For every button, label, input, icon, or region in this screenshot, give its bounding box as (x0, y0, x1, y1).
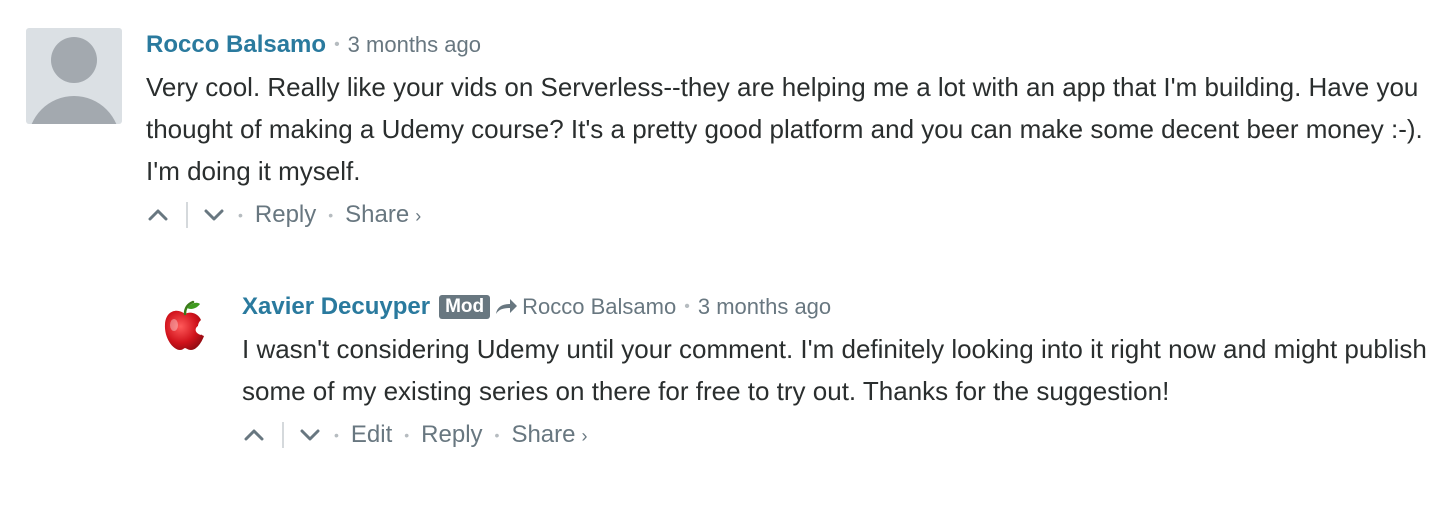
chevron-down-icon (204, 209, 224, 221)
downvote-button[interactable] (298, 421, 322, 449)
default-avatar-icon[interactable] (26, 28, 122, 124)
meta-separator: • (334, 36, 340, 53)
comment-actions: • Edit • Reply • Share › (242, 416, 1430, 454)
share-label: Share (511, 421, 576, 448)
mod-badge: Mod (439, 295, 491, 319)
meta-separator: • (684, 298, 690, 315)
comment-text: I wasn't considering Udemy until your co… (242, 334, 1427, 406)
edit-button[interactable]: Edit (351, 421, 392, 449)
upvote-button[interactable] (146, 201, 170, 229)
share-button[interactable]: Share › (345, 201, 421, 229)
comment-header: Rocco Balsamo • 3 months ago (146, 28, 1426, 62)
reply-button[interactable]: Reply (255, 201, 316, 229)
timestamp[interactable]: 3 months ago (348, 32, 481, 58)
apple-avatar-icon[interactable] (160, 298, 210, 358)
action-separator: • (404, 427, 410, 443)
avatar-shoulders (28, 96, 120, 124)
share-button[interactable]: Share › (511, 421, 587, 449)
share-label: Share (345, 201, 410, 228)
timestamp[interactable]: 3 months ago (698, 294, 831, 320)
author-name[interactable]: Xavier Decuyper (242, 293, 430, 321)
comment: Rocco Balsamo • 3 months ago Very cool. … (26, 28, 1426, 234)
vote-divider (282, 422, 284, 448)
comment-text: Very cool. Really like your vids on Serv… (146, 72, 1423, 186)
reply-comment: Xavier Decuyper Mod Rocco Balsamo • 3 mo… (160, 290, 1430, 454)
action-separator: • (494, 427, 500, 443)
apple-logo (164, 300, 204, 350)
chevron-up-icon (244, 429, 264, 441)
comment-body: Rocco Balsamo • 3 months ago Very cool. … (146, 28, 1426, 234)
chevron-right-icon: › (415, 206, 422, 226)
action-separator: • (328, 207, 334, 223)
author-name[interactable]: Rocco Balsamo (146, 31, 326, 59)
comment-body: Xavier Decuyper Mod Rocco Balsamo • 3 mo… (242, 290, 1430, 454)
reply-button[interactable]: Reply (421, 421, 482, 449)
vote-divider (186, 202, 188, 228)
action-separator: • (334, 427, 339, 443)
downvote-button[interactable] (202, 201, 226, 229)
action-separator: • (238, 207, 243, 223)
chevron-down-icon (300, 429, 320, 441)
comment-actions: • Reply • Share › (146, 196, 1426, 234)
reply-arrow-icon (494, 298, 518, 316)
upvote-button[interactable] (242, 421, 266, 449)
chevron-right-icon: › (581, 426, 588, 446)
parent-author-link[interactable]: Rocco Balsamo (522, 294, 676, 320)
comment-header: Xavier Decuyper Mod Rocco Balsamo • 3 mo… (242, 290, 1430, 324)
avatar-head (51, 37, 97, 83)
chevron-up-icon (148, 209, 168, 221)
